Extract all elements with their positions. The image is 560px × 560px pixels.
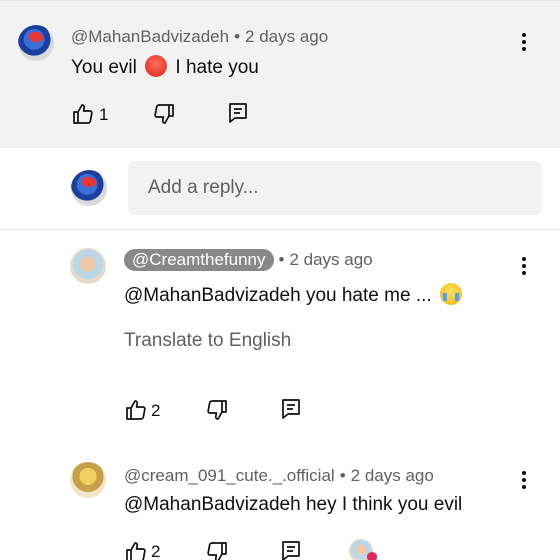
comment-text-part: You evil	[71, 57, 137, 78]
current-user-avatar[interactable]	[71, 170, 107, 206]
thumbs-down-icon[interactable]	[152, 102, 176, 126]
highlighted-comment: @MahanBadvizadeh • 2 days ago You evil I h…	[0, 0, 560, 148]
comment-time[interactable]: 2 days ago	[245, 27, 328, 46]
like-count: 1	[99, 105, 109, 124]
comment-time[interactable]: 2 days ago	[289, 250, 372, 269]
more-options-button[interactable]	[514, 31, 534, 53]
separator: •	[339, 466, 346, 485]
avatar[interactable]	[18, 25, 54, 61]
thumbs-down-icon[interactable]	[205, 398, 229, 422]
comment-time[interactable]: 2 days ago	[351, 466, 434, 485]
heart-icon	[367, 552, 377, 560]
comment-meta: @MahanBadvizadeh • 2 days ago	[71, 27, 328, 47]
more-options-button[interactable]	[514, 469, 534, 491]
comment-text: @MahanBadvizadeh you hate me ...	[124, 283, 465, 307]
thumbs-up-icon[interactable]	[124, 398, 148, 422]
comment-meta: @Creamthefunny • 2 days ago	[124, 249, 373, 271]
comment-text: You evil I hate you	[71, 55, 259, 79]
avatar[interactable]	[70, 462, 106, 498]
translate-link[interactable]: Translate to English	[124, 330, 291, 352]
comment-text-part: @MahanBadvizadeh you hate me ...	[124, 285, 432, 306]
divider	[0, 229, 560, 230]
like-count: 2	[151, 401, 161, 420]
avatar[interactable]	[70, 248, 106, 284]
angry-emoji	[145, 55, 168, 77]
thumbs-down-icon[interactable]	[205, 540, 229, 560]
reply-comment-icon[interactable]	[226, 101, 250, 125]
reply-comment-icon[interactable]	[279, 397, 303, 421]
thumbs-up-icon[interactable]	[71, 102, 95, 126]
like-count: 2	[151, 542, 161, 560]
comment-author[interactable]: @MahanBadvizadeh	[71, 27, 229, 46]
reply-input[interactable]: Add a reply...	[128, 161, 542, 215]
comment-author-chip[interactable]: @Creamthefunny	[124, 249, 274, 271]
separator: •	[278, 250, 285, 269]
more-options-button[interactable]	[514, 255, 534, 277]
comments-thread: @MahanBadvizadeh • 2 days ago You evil I h…	[0, 0, 560, 560]
reply-comment-icon[interactable]	[279, 539, 303, 560]
thumbs-up-icon[interactable]	[124, 540, 148, 560]
separator: •	[234, 27, 241, 46]
comment-meta: @cream_091_cute._.official • 2 days ago	[124, 466, 434, 486]
crying-emoji	[439, 283, 462, 305]
comment-text-part: I hate you	[175, 57, 259, 78]
comment-author[interactable]: @cream_091_cute._.official	[124, 466, 335, 485]
comment-text: @MahanBadvizadeh hey I think you evil	[124, 494, 463, 515]
reply-placeholder: Add a reply...	[148, 177, 259, 198]
